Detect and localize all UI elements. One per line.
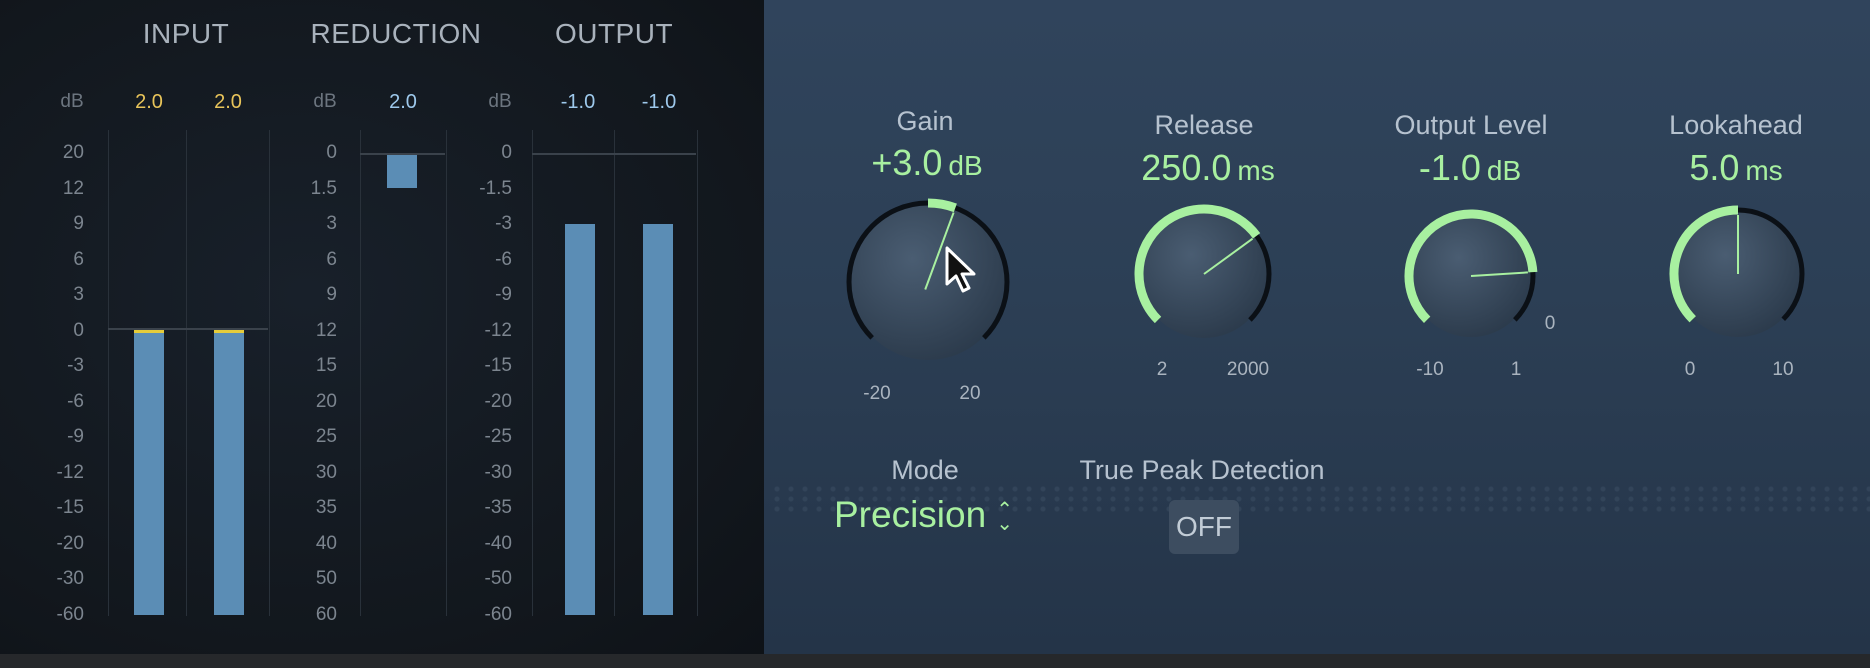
reduction-tick: 35 <box>315 497 337 519</box>
gain-title: Gain <box>896 106 954 136</box>
input-tick: -15 <box>56 497 84 519</box>
lookahead-max-label: 10 <box>1772 359 1794 380</box>
mode-select[interactable]: Precision ⌃ ⌄ <box>834 494 1013 536</box>
reduction-peak[interactable]: 2.0 <box>389 91 417 114</box>
reduction-tick: 25 <box>315 426 337 448</box>
reduction-tick: 3 <box>326 213 337 235</box>
mouse-pointer-icon <box>945 246 976 293</box>
reduction-tick: 12 <box>315 319 337 341</box>
lookahead-knob[interactable] <box>1669 205 1807 343</box>
input-center-divider <box>186 130 187 616</box>
input-peak-right[interactable]: 2.0 <box>214 91 242 114</box>
output-level-zero-label: 0 <box>1544 313 1556 334</box>
output-level-min-label: -10 <box>1416 359 1444 380</box>
output-meter-bar-right <box>643 224 673 615</box>
input-peak-hold-right <box>214 329 244 333</box>
input-tick: 3 <box>73 284 84 306</box>
input-title: INPUT <box>142 18 230 49</box>
gain-min-label: -20 <box>863 383 891 404</box>
lookahead-min-label: 0 <box>1684 359 1696 380</box>
output-tick: -6 <box>495 248 512 270</box>
output-db-label: dB <box>488 91 512 112</box>
reduction-tick: 1.5 <box>310 177 337 199</box>
input-zero-line <box>108 328 268 330</box>
output-level-knob[interactable] <box>1404 209 1538 343</box>
output-tick: -25 <box>484 426 512 448</box>
output-level-value[interactable]: -1.0 dB <box>1419 147 1521 189</box>
release-value[interactable]: 250.0 ms <box>1141 147 1274 189</box>
reduction-tick: 9 <box>326 284 337 306</box>
up-down-chevron-icon: ⌃ ⌄ <box>996 499 1013 536</box>
input-tick: 12 <box>62 177 84 199</box>
controls-panel: Gain +3.0 dB -20 20 Release 250.0 ms 2 200… <box>764 0 1870 654</box>
input-tick: -30 <box>56 568 84 590</box>
input-tick: 0 <box>73 319 84 341</box>
input-tick: -6 <box>67 390 84 412</box>
release-knob[interactable] <box>1134 204 1274 344</box>
input-meter-rail <box>108 130 270 616</box>
lookahead-value[interactable]: 5.0 ms <box>1689 147 1782 189</box>
reduction-tick: 50 <box>315 568 337 590</box>
gain-value[interactable]: +3.0 dB <box>871 142 982 184</box>
reduction-tick: 60 <box>315 604 337 625</box>
input-tick: -3 <box>67 355 84 377</box>
output-tick: -30 <box>484 461 512 483</box>
output-tick: -40 <box>484 532 512 554</box>
output-meter-bar-left <box>565 224 595 615</box>
reduction-tick: 30 <box>315 461 337 483</box>
output-tick: -60 <box>484 604 512 625</box>
reduction-title: REDUCTION <box>310 18 482 49</box>
knob-value-arc <box>927 198 957 213</box>
release-title: Release <box>1154 110 1254 140</box>
output-title: OUTPUT <box>554 18 674 49</box>
mode-value: Precision <box>834 494 987 535</box>
input-meter-bar-left <box>134 330 164 615</box>
meters-panel: INPUT REDUCTION OUTPUT dB dB dB 2.0 2.0 … <box>0 0 764 654</box>
input-peak-left[interactable]: 2.0 <box>135 91 163 114</box>
output-tick: -12 <box>484 319 512 341</box>
output-tick: -50 <box>484 568 512 590</box>
input-peak-hold-left <box>134 329 164 333</box>
output-tick: -3 <box>495 213 512 235</box>
reduction-tick: 0 <box>326 142 337 163</box>
reduction-meter-bar <box>387 155 417 188</box>
output-tick: 0 <box>501 142 512 163</box>
input-db-label: dB <box>60 91 84 112</box>
reduction-tick: 20 <box>315 390 337 412</box>
input-tick: 9 <box>73 213 84 235</box>
output-level-max-label: 1 <box>1510 359 1522 380</box>
input-meter-bar-right <box>214 330 244 615</box>
reduction-tick: 40 <box>315 532 337 554</box>
reduction-meter-rail <box>360 130 447 616</box>
gain-knob[interactable] <box>844 198 1012 366</box>
input-tick: 6 <box>73 248 84 270</box>
output-zero-line <box>532 153 696 155</box>
true-peak-title: True Peak Detection <box>1079 455 1325 485</box>
output-center-divider <box>614 130 615 616</box>
output-peak-right[interactable]: -1.0 <box>642 91 676 114</box>
reduction-db-label: dB <box>313 91 337 112</box>
reduction-tick: 15 <box>315 355 337 377</box>
output-tick: -35 <box>484 497 512 519</box>
output-tick: -20 <box>484 390 512 412</box>
output-peak-left[interactable]: -1.0 <box>561 91 595 114</box>
input-tick: -12 <box>56 461 84 483</box>
output-tick: -1.5 <box>479 177 512 199</box>
input-tick: -20 <box>56 532 84 554</box>
output-level-title: Output Level <box>1394 110 1548 140</box>
gain-max-label: 20 <box>959 383 981 404</box>
output-meter-rail <box>532 130 698 616</box>
input-tick: 20 <box>62 142 84 163</box>
mode-title: Mode <box>891 455 959 485</box>
lookahead-title: Lookahead <box>1669 110 1803 140</box>
true-peak-toggle-button[interactable]: OFF <box>1169 500 1239 554</box>
release-max-label: 2000 <box>1226 359 1270 380</box>
output-tick: -15 <box>484 355 512 377</box>
input-tick: -60 <box>56 604 84 625</box>
output-tick: -9 <box>495 284 512 306</box>
input-tick: -9 <box>67 426 84 448</box>
release-min-label: 2 <box>1156 359 1168 380</box>
reduction-tick: 6 <box>326 248 337 270</box>
bottom-strip <box>0 654 1870 668</box>
